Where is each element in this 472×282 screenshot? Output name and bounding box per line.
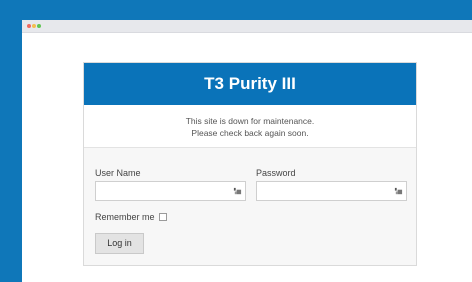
remember-me-row: Remember me xyxy=(95,212,167,222)
key-icon xyxy=(394,187,403,195)
maximize-window-button[interactable] xyxy=(37,24,41,28)
login-button[interactable]: Log in xyxy=(95,233,144,254)
maintenance-notice: This site is down for maintenance. Pleas… xyxy=(84,105,416,148)
window-titlebar xyxy=(22,20,472,33)
maintenance-login-card: T3 Purity III This site is down for main… xyxy=(83,62,417,266)
browser-window: T3 Purity III This site is down for main… xyxy=(22,20,472,282)
remember-me-label: Remember me xyxy=(95,212,155,222)
remember-me-checkbox[interactable] xyxy=(158,213,167,221)
login-form: User Name Password Remember me Log in xyxy=(84,148,416,265)
notice-line-1: This site is down for maintenance. xyxy=(185,116,315,126)
key-icon xyxy=(233,187,242,195)
username-field[interactable] xyxy=(95,181,246,201)
username-label: User Name xyxy=(95,168,141,178)
site-title: T3 Purity III xyxy=(84,63,416,105)
close-window-button[interactable] xyxy=(27,24,31,28)
minimize-window-button[interactable] xyxy=(32,24,36,28)
password-label: Password xyxy=(256,168,296,178)
password-field[interactable] xyxy=(256,181,407,201)
page-content: T3 Purity III This site is down for main… xyxy=(22,33,472,282)
notice-line-2: Please check back again soon. xyxy=(191,128,309,138)
